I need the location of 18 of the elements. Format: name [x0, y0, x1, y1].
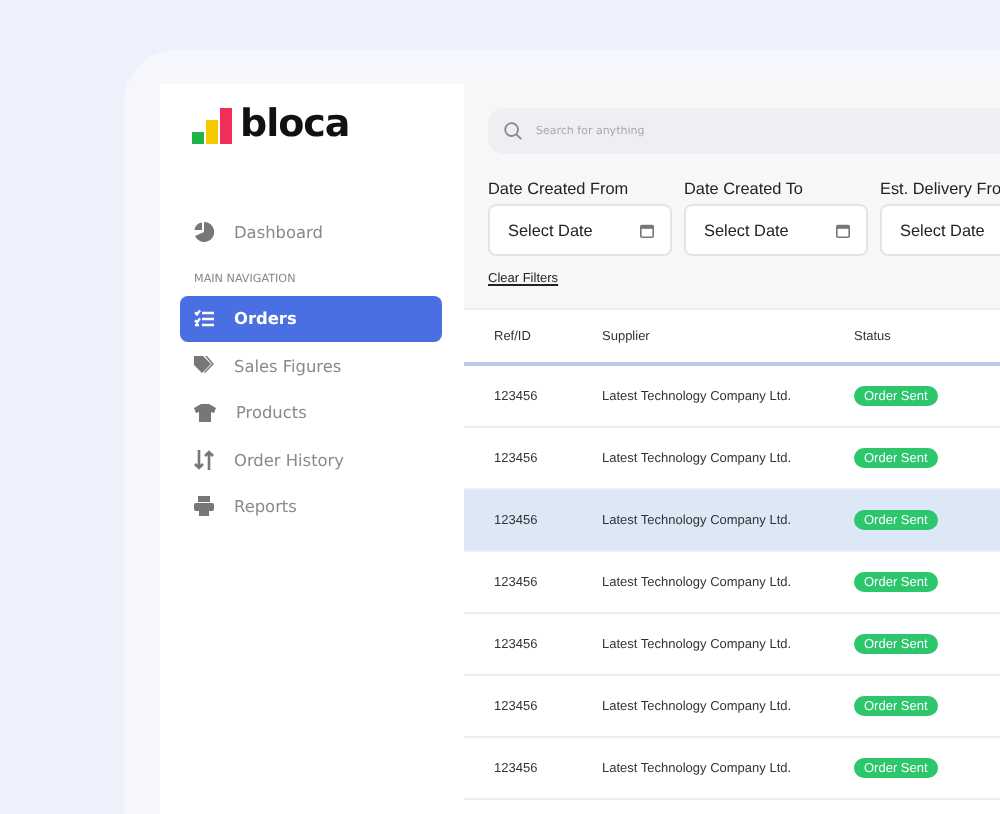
- date-field[interactable]: Select Date: [880, 204, 1000, 256]
- calendar-icon: [836, 223, 850, 237]
- checklist-icon: [194, 309, 214, 328]
- date-field[interactable]: Select Date: [684, 204, 868, 256]
- nav-item[interactable]: Order History: [180, 436, 442, 483]
- nav-item[interactable]: Orders: [180, 295, 442, 342]
- calendar-icon: [640, 223, 654, 237]
- filter-label: Est. Delivery Fro: [880, 180, 1000, 198]
- shirt-icon: [194, 403, 216, 422]
- pie-chart-icon: [194, 221, 214, 242]
- filter-label: Date Created From: [488, 180, 631, 198]
- logo-icon: [192, 108, 232, 144]
- filter-label: Date Created To: [684, 180, 805, 198]
- sort-icon: [194, 449, 214, 470]
- logo-text: bloca: [240, 106, 350, 144]
- printer-icon: [194, 496, 214, 517]
- tag-icon: [194, 356, 214, 375]
- date-field[interactable]: Select Date: [488, 204, 672, 256]
